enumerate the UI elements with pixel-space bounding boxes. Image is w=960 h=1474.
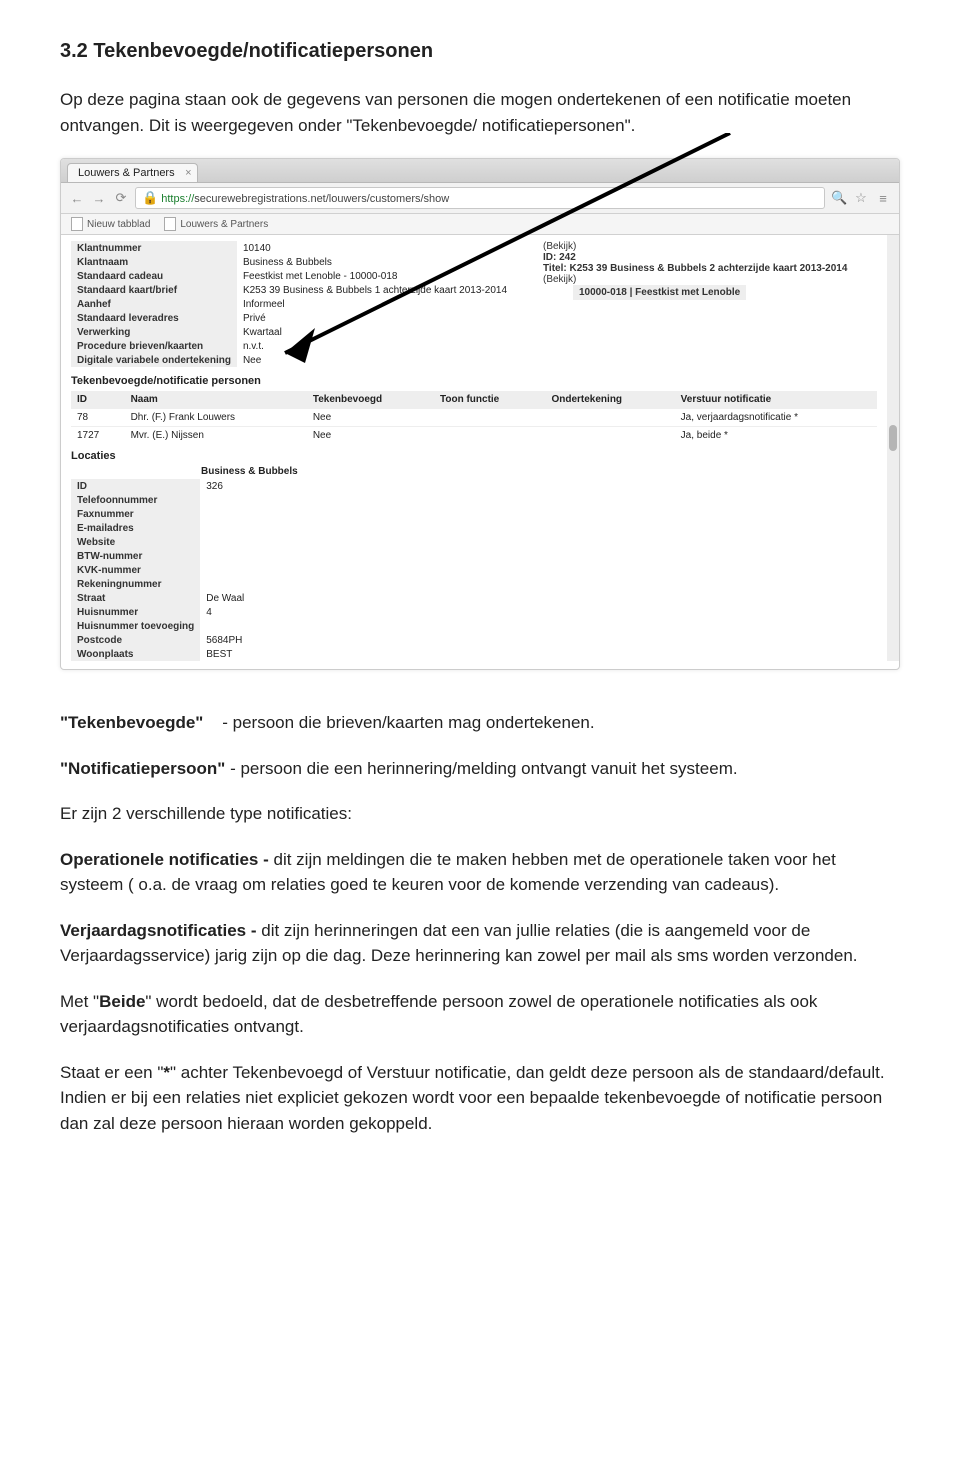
table-row[interactable]: 1727Mvr. (E.) NijssenNeeJa, beide *: [71, 427, 877, 445]
locatie-value: 326: [200, 479, 392, 493]
locatie-value: 4: [200, 605, 392, 619]
page-icon: [71, 217, 83, 231]
personen-heading: Tekenbevoegde/notificatie personen: [61, 369, 899, 391]
page-icon: [164, 217, 176, 231]
locatie-value: [200, 577, 392, 591]
detail-value: Informeel: [237, 297, 513, 311]
customer-details: Klantnummer10140KlantnaamBusiness & Bubb…: [71, 241, 513, 367]
section-heading: 3.2 Tekenbevoegde/notificatiepersonen: [60, 40, 900, 63]
body-paragraph: Er zijn 2 verschillende type notificatie…: [60, 801, 900, 827]
menu-icon[interactable]: ≡: [875, 191, 891, 206]
star-icon[interactable]: ☆: [853, 190, 869, 206]
definition-notificatiepersoon: "Notificatiepersoon" - persoon die een h…: [60, 756, 900, 782]
intro-paragraph: Op deze pagina staan ook de gegevens van…: [60, 87, 900, 138]
bookmark-app[interactable]: Louwers & Partners: [164, 217, 268, 231]
locatie-key: E-mailadres: [71, 521, 200, 535]
locatie-key: Postcode: [71, 633, 200, 647]
locatie-details: ID326TelefoonnummerFaxnummerE-mailadresW…: [71, 479, 392, 661]
locatie-value: [200, 521, 392, 535]
url-path: securewebregistrations.net/louwers/custo…: [194, 193, 449, 205]
personen-header: ID: [71, 391, 125, 409]
detail-key: Standaard kaart/brief: [71, 283, 237, 297]
details-right-panel: (Bekijk) ID: 242 Titel: K253 39 Business…: [523, 241, 847, 367]
detail-key: Standaard cadeau: [71, 269, 237, 283]
forward-icon[interactable]: →: [91, 191, 107, 206]
detail-value: n.v.t.: [237, 339, 513, 353]
personen-table: IDNaamTekenbevoegdToon functieOnderteken…: [71, 391, 877, 444]
personen-header: Naam: [125, 391, 307, 409]
bookmark-new-tab[interactable]: Nieuw tabblad: [71, 217, 150, 231]
detail-value: Kwartaal: [237, 325, 513, 339]
personen-header: Tekenbevoegd: [307, 391, 434, 409]
detail-value: 10140: [237, 241, 513, 255]
locatie-value: 5684PH: [200, 633, 392, 647]
personen-header: Toon functie: [434, 391, 545, 409]
locaties-heading: Locaties: [61, 444, 899, 466]
locatie-key: KVK-nummer: [71, 563, 200, 577]
detail-key: Aanhef: [71, 297, 237, 311]
body-paragraph-operationele: Operationele notificaties - dit zijn mel…: [60, 847, 900, 898]
locatie-key: Telefoonnummer: [71, 493, 200, 507]
bekijk-link[interactable]: (Bekijk): [543, 274, 847, 285]
browser-window: Louwers & Partners × ← → ⟳ 🔒 https://sec…: [60, 158, 900, 670]
detail-key: Klantnaam: [71, 255, 237, 269]
locatie-key: ID: [71, 479, 200, 493]
back-icon[interactable]: ←: [69, 191, 85, 206]
detail-key: Verwerking: [71, 325, 237, 339]
record-id: ID: 242: [543, 252, 847, 263]
url-scheme: https://: [161, 193, 194, 205]
detail-key: Procedure brieven/kaarten: [71, 339, 237, 353]
locatie-key: Woonplaats: [71, 647, 200, 661]
table-row[interactable]: 78Dhr. (F.) Frank LouwersNeeJa, verjaard…: [71, 409, 877, 427]
detail-value: Privé: [237, 311, 513, 325]
personen-header: Ondertekening: [545, 391, 674, 409]
product-chip: 10000-018 | Feestkist met Lenoble: [573, 285, 746, 300]
locatie-key: Huisnummer: [71, 605, 200, 619]
locatie-name: Business & Bubbels: [61, 466, 899, 479]
detail-key: Digitale variabele ondertekening: [71, 353, 237, 367]
body-paragraph-beide: Met "Beide" wordt bedoeld, dat de desbet…: [60, 989, 900, 1040]
record-title: Titel: K253 39 Business & Bubbels 2 acht…: [543, 263, 847, 274]
browser-tab[interactable]: Louwers & Partners ×: [67, 163, 198, 182]
locatie-key: Huisnummer toevoeging: [71, 619, 200, 633]
reload-icon[interactable]: ⟳: [113, 190, 129, 206]
locatie-value: [200, 619, 392, 633]
definition-tekenbevoegde: "Tekenbevoegde" - persoon die brieven/ka…: [60, 710, 900, 736]
locatie-key: Website: [71, 535, 200, 549]
annotated-screenshot: Louwers & Partners × ← → ⟳ 🔒 https://sec…: [60, 158, 900, 670]
browser-tab-label: Louwers & Partners: [78, 167, 175, 179]
lock-icon: 🔒: [142, 190, 158, 205]
locatie-value: [200, 535, 392, 549]
body-paragraph-asterisk: Staat er een "*" achter Tekenbevoegd of …: [60, 1060, 900, 1137]
bekijk-link[interactable]: (Bekijk): [543, 241, 847, 252]
close-icon[interactable]: ×: [185, 167, 191, 179]
locatie-value: [200, 563, 392, 577]
address-bar[interactable]: 🔒 https://securewebregistrations.net/lou…: [135, 187, 825, 209]
locatie-key: Rekeningnummer: [71, 577, 200, 591]
personen-header: Verstuur notificatie: [675, 391, 877, 409]
detail-key: Standaard leveradres: [71, 311, 237, 325]
locatie-value: [200, 493, 392, 507]
locatie-value: BEST: [200, 647, 392, 661]
detail-key: Klantnummer: [71, 241, 237, 255]
locatie-value: [200, 549, 392, 563]
detail-value: Feestkist met Lenoble - 10000-018: [237, 269, 513, 283]
locatie-key: Faxnummer: [71, 507, 200, 521]
locatie-key: Straat: [71, 591, 200, 605]
locatie-value: [200, 507, 392, 521]
locatie-value: De Waal: [200, 591, 392, 605]
detail-value: Business & Bubbels: [237, 255, 513, 269]
locatie-key: BTW-nummer: [71, 549, 200, 563]
search-icon[interactable]: 🔍: [831, 190, 847, 206]
body-paragraph-verjaardag: Verjaardagsnotificaties - dit zijn herin…: [60, 918, 900, 969]
detail-value: Nee: [237, 353, 513, 367]
detail-value: K253 39 Business & Bubbels 1 achterzijde…: [237, 283, 513, 297]
